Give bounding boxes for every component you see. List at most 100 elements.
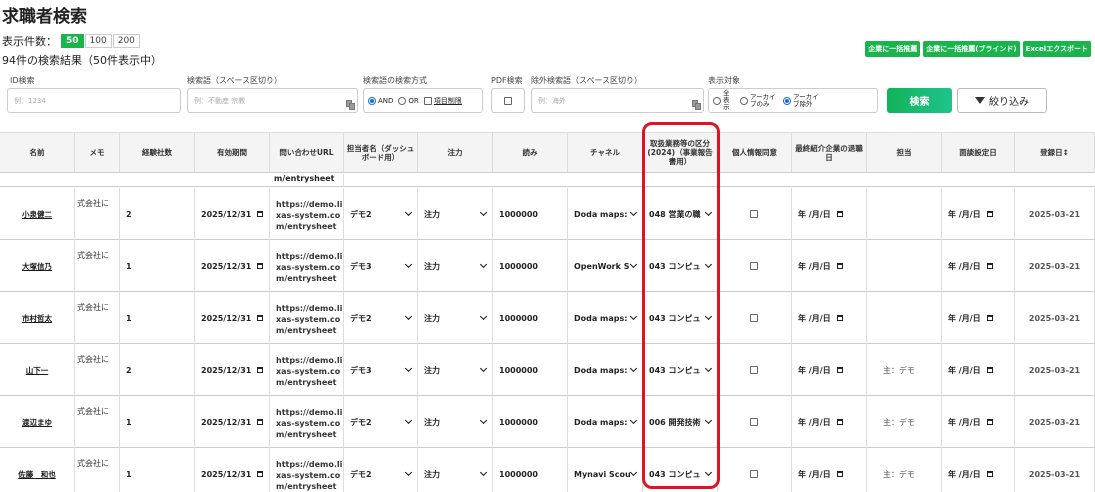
cell-interview: 年 /月/日 xyxy=(942,448,1015,492)
column-header-registered[interactable]: 登録日↕ xyxy=(1015,132,1095,173)
cell-manager: 主：デモ xyxy=(867,396,942,448)
last-exit-date-input[interactable]: 年 /月/日 xyxy=(798,313,843,324)
interview-date-input[interactable]: 年 /月/日 xyxy=(948,209,993,220)
last-exit-date-input[interactable]: 年 /月/日 xyxy=(798,365,843,376)
category-select[interactable]: 006 開発技術 xyxy=(649,416,717,428)
cell-manager: 主：デモ xyxy=(867,448,942,492)
bulk-recommend-button[interactable]: 企業に一括推薦 xyxy=(865,41,921,57)
interview-date-input[interactable]: 年 /月/日 xyxy=(948,313,993,324)
consent-checkbox[interactable] xyxy=(749,262,758,270)
expiry-date-input[interactable]: 2025/12/31 xyxy=(201,314,264,323)
page-size-100[interactable]: 100 xyxy=(84,34,112,48)
search-button[interactable]: 検索 xyxy=(887,88,952,113)
interview-date-input[interactable]: 年 /月/日 xyxy=(948,469,993,480)
person-select[interactable]: デモ2 xyxy=(350,416,417,428)
cell-channel: OpenWork S xyxy=(568,240,643,292)
expiry-date-input[interactable]: 2025/12/31 xyxy=(201,210,264,219)
calendar-icon xyxy=(257,315,264,321)
category-select[interactable]: 043 コンピュ xyxy=(649,260,717,272)
candidate-name-link[interactable]: 佐藤 和也 xyxy=(18,469,56,480)
page-size-200[interactable]: 200 xyxy=(112,34,140,48)
inquiry-url-line: m/entrysheet xyxy=(276,325,337,335)
target-all-radio[interactable]: 全表示 xyxy=(713,90,735,111)
focus-select[interactable]: 注力 xyxy=(424,312,492,324)
expiry-date-input[interactable]: 2025/12/31 xyxy=(201,262,264,271)
interview-date-input[interactable]: 年 /月/日 xyxy=(948,365,993,376)
category-select[interactable]: 048 営業の職 xyxy=(649,208,717,220)
id-search-input[interactable]: 例：1234 xyxy=(7,88,181,113)
focus-select[interactable]: 注力 xyxy=(424,416,492,428)
interview-date-input[interactable]: 年 /月/日 xyxy=(948,261,993,272)
keyword-input[interactable]: 例：不動産 宗教 xyxy=(187,88,358,113)
consent-checkbox[interactable] xyxy=(749,210,758,218)
target-archive-only-radio[interactable]: アーカイブのみ xyxy=(740,93,778,108)
category-select[interactable]: 043 コンピュ xyxy=(649,364,717,376)
focus-select[interactable]: 注力 xyxy=(424,260,492,272)
consent-checkbox[interactable] xyxy=(749,314,758,322)
bulk-recommend-blind-button[interactable]: 企業に一括推薦(ブラインド) xyxy=(923,41,1020,57)
inquiry-url-line: xas-system.co xyxy=(276,470,341,480)
manager-text: 主：デモ xyxy=(883,417,915,427)
inquiry-url-line: https://demo.li xyxy=(276,459,343,469)
channel-select[interactable]: Doda maps: xyxy=(574,416,642,427)
candidate-name-link[interactable]: 大塚信乃 xyxy=(22,261,52,272)
consent-checkbox[interactable] xyxy=(749,418,758,426)
item-limit-checkbox[interactable]: 項目制限 xyxy=(423,96,462,106)
exclude-keyword-input[interactable]: 例：海外 xyxy=(531,88,704,113)
channel-select[interactable]: Mynavi Scou xyxy=(574,468,642,479)
person-select[interactable]: デモ3 xyxy=(350,364,417,376)
candidate-name-link[interactable]: 渡辺まゆ xyxy=(22,417,52,428)
channel-select[interactable]: Doda maps: xyxy=(574,208,642,219)
category-select[interactable]: 043 コンピュ xyxy=(649,312,717,324)
last-exit-date-input[interactable]: 年 /月/日 xyxy=(798,417,843,428)
consent-checkbox[interactable] xyxy=(749,366,758,374)
candidate-name-link[interactable]: 市村哲太 xyxy=(22,313,52,324)
candidate-name-link[interactable]: 小泉健二 xyxy=(22,209,52,220)
chevron-down-icon xyxy=(704,260,713,269)
person-select[interactable]: デモ2 xyxy=(350,312,417,324)
person-select[interactable]: デモ3 xyxy=(350,260,417,272)
consent-checkbox[interactable] xyxy=(749,470,758,478)
narrow-button[interactable]: 絞り込み xyxy=(957,88,1047,113)
last-exit-date-input[interactable]: 年 /月/日 xyxy=(798,261,843,272)
and-radio[interactable]: AND xyxy=(368,96,393,105)
interview-date-input[interactable]: 年 /月/日 xyxy=(948,417,993,428)
pdf-search-checkbox[interactable] xyxy=(504,96,512,105)
last-exit-date-input[interactable]: 年 /月/日 xyxy=(798,209,843,220)
copy-icon[interactable] xyxy=(692,100,701,110)
cell-reading: 1000000 xyxy=(493,344,568,396)
or-radio[interactable]: OR xyxy=(398,96,419,105)
page-size-50[interactable]: 50 xyxy=(61,34,84,48)
expiry-date-input[interactable]: 2025/12/31 xyxy=(201,418,264,427)
chevron-down-icon xyxy=(479,468,488,477)
channel-select[interactable]: Doda maps: xyxy=(574,312,642,323)
excel-export-button[interactable]: Excelエクスポート xyxy=(1022,41,1091,57)
page-title: 求職者検索 xyxy=(2,7,87,27)
candidate-name-link[interactable]: 山下一 xyxy=(26,365,49,376)
cell-companies: 1 xyxy=(120,448,195,492)
search-method-label: 検索語の検索方式 xyxy=(363,76,427,85)
cell-url: https://demo.li xas-system.co m/entryshe… xyxy=(270,344,344,396)
pdf-search-label: PDF検索 xyxy=(491,76,523,85)
expiry-date-input[interactable]: 2025/12/31 xyxy=(201,366,264,375)
chevron-down-icon xyxy=(704,312,713,321)
chevron-down-icon xyxy=(629,208,638,217)
chevron-down-icon xyxy=(404,364,413,373)
category-select[interactable]: 043 コンピュ xyxy=(649,468,717,480)
cell-registered: 2025-03-21 xyxy=(1015,240,1095,292)
last-exit-date-input[interactable]: 年 /月/日 xyxy=(798,469,843,480)
focus-select[interactable]: 注力 xyxy=(424,364,492,376)
person-select[interactable]: デモ2 xyxy=(350,208,417,220)
inquiry-url-line: m/entrysheet xyxy=(276,481,337,491)
chevron-down-icon xyxy=(629,364,638,373)
channel-select[interactable]: OpenWork S xyxy=(574,260,642,271)
channel-select[interactable]: Doda maps: xyxy=(574,364,642,375)
target-archive-exclude-radio[interactable]: アーカイブ除外 xyxy=(783,93,821,108)
expiry-date-input[interactable]: 2025/12/31 xyxy=(201,470,264,479)
cell-person: デモ2 xyxy=(344,396,418,448)
focus-select[interactable]: 注力 xyxy=(424,468,492,480)
copy-icon[interactable] xyxy=(346,100,355,110)
person-select[interactable]: デモ2 xyxy=(350,468,417,480)
cell-memo: 式会社に xyxy=(75,240,120,292)
focus-select[interactable]: 注力 xyxy=(424,208,492,220)
